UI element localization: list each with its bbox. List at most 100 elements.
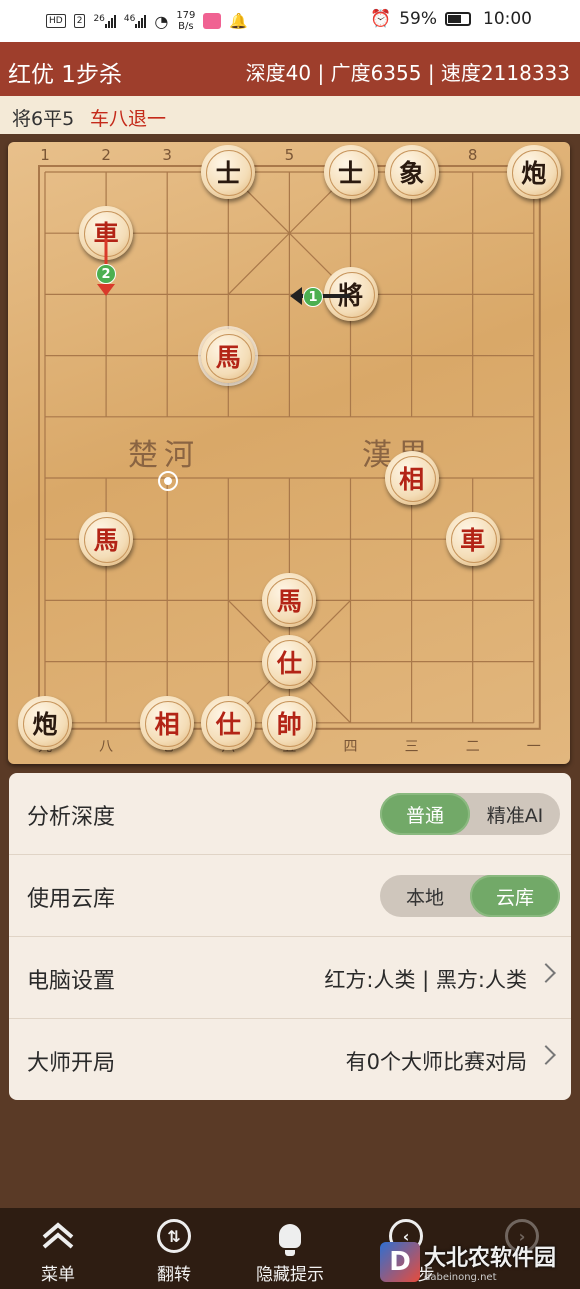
- piece-char: 馬: [93, 526, 119, 556]
- network-indicator-1: 26: [93, 14, 116, 28]
- status-right: ⏰ 59% 10:00: [370, 9, 532, 29]
- net-speed: 179 B/s: [176, 10, 195, 32]
- piece-red-king[interactable]: 帥: [262, 695, 317, 750]
- clock: 10:00: [483, 9, 532, 29]
- watermark-logo: D: [380, 1241, 420, 1282]
- piece-char: 仕: [276, 648, 302, 678]
- piece-char: 相: [154, 709, 180, 739]
- nav-hide-hint-label: 隐藏提示: [256, 1265, 324, 1285]
- signal-icon: [135, 14, 147, 28]
- river-left-label: 楚河: [128, 438, 200, 473]
- piece-red-advisor-center[interactable]: 仕: [262, 634, 317, 689]
- piece-red-advisor-bottom[interactable]: 仕: [201, 695, 256, 750]
- board-area: 123456789九八七六五四三二一 楚河 漢界 士士象炮車將馬相馬車馬仕炮相仕…: [0, 134, 580, 774]
- alarm-icon: ⏰: [370, 9, 392, 29]
- watermark-subtext: dabeinong.net: [424, 1272, 497, 1283]
- piece-red-elephant-river[interactable]: 相: [384, 451, 439, 505]
- piece-black-general[interactable]: 將: [323, 267, 378, 322]
- battery-percent: 59%: [399, 9, 437, 29]
- master-opening-row[interactable]: 大师开局 有0个大师比赛对局: [9, 1019, 571, 1100]
- title-bar: 红优 1步杀 深度40 | 广度6355 | 速度2118333: [0, 42, 580, 96]
- page-title: 红优 1步杀: [8, 62, 122, 88]
- network-indicator-2: 46: [124, 14, 147, 28]
- nav-flip[interactable]: ⇅ 翻转: [129, 1218, 219, 1285]
- chevron-right-icon: [536, 963, 556, 983]
- piece-char: 帥: [276, 709, 302, 739]
- board-top-label: 3: [162, 146, 172, 164]
- board-bottom-label: 三: [404, 739, 419, 755]
- cloud-row: 使用云库 本地 云库: [9, 855, 571, 937]
- piece-red-elephant-bottom[interactable]: 相: [140, 695, 195, 750]
- status-left: HD 2 26 46 ◔ 179 B/s 🔔: [46, 10, 248, 32]
- lightbulb-icon: [272, 1218, 308, 1256]
- depth-row: 分析深度 普通 精准AI: [9, 773, 571, 855]
- nav-menu[interactable]: 菜单: [13, 1218, 103, 1285]
- flip-icon: ⇅: [156, 1218, 192, 1254]
- watermark-text: 大北农软件园: [424, 1246, 557, 1271]
- move-badge-2: 2: [96, 264, 116, 284]
- app-notification-icon: [203, 13, 222, 29]
- wifi-icon: ◔: [154, 11, 169, 31]
- piece-char: 象: [399, 159, 425, 188]
- master-opening-label: 大师开局: [27, 1051, 116, 1076]
- chevron-right-icon: [536, 1045, 556, 1065]
- net-speed-value: 179: [176, 10, 196, 21]
- piece-red-horse-selected[interactable]: 馬: [201, 328, 256, 383]
- cloud-label: 使用云库: [27, 887, 116, 912]
- piece-black-cannon[interactable]: 炮: [506, 145, 561, 199]
- board-top-label: 8: [467, 146, 478, 164]
- move-badge-1: 1: [303, 287, 323, 307]
- piece-char: 士: [337, 159, 363, 188]
- piece-char: 車: [93, 220, 119, 250]
- piece-black-cannon-bottom[interactable]: 炮: [18, 695, 72, 750]
- piece-char: 炮: [521, 159, 547, 188]
- status-bar: HD 2 26 46 ◔ 179 B/s 🔔 ⏰ 59% 10:00: [0, 0, 580, 42]
- depth-option-normal[interactable]: 普通: [380, 793, 470, 835]
- depth-option-precise[interactable]: 精准AI: [470, 793, 560, 835]
- piece-char: 仕: [215, 709, 241, 739]
- menu-icon: [40, 1218, 76, 1254]
- move-notation-bar[interactable]: 将6平5 车八退一: [0, 96, 580, 134]
- nav-menu-label: 菜单: [41, 1265, 75, 1285]
- piece-black-advisor-2[interactable]: 士: [323, 145, 378, 199]
- piece-char: 馬: [215, 342, 241, 372]
- board-top-label: 5: [284, 146, 295, 164]
- engine-stats: 深度40 | 广度6355 | 速度2118333: [245, 61, 570, 85]
- net-speed-unit: B/s: [178, 21, 194, 32]
- black-move-notation: 将6平5: [12, 108, 75, 130]
- watermark: D 大北农软件园 dabeinong.net: [380, 1240, 556, 1283]
- piece-red-chariot-top[interactable]: 車: [79, 206, 134, 261]
- depth-toggle[interactable]: 普通 精准AI: [380, 793, 560, 835]
- qq-icon: 🔔: [229, 12, 249, 30]
- board-bottom-label: 一: [526, 739, 541, 755]
- computer-settings-label: 电脑设置: [27, 969, 116, 994]
- piece-black-advisor-1[interactable]: 士: [201, 145, 256, 199]
- computer-settings-value: 红方:人类 | 黑方:人类: [324, 968, 527, 992]
- board-bottom-label: 二: [465, 739, 480, 755]
- red-move-notation: 车八退一: [90, 108, 167, 130]
- piece-black-elephant[interactable]: 象: [384, 145, 439, 199]
- battery-icon: [445, 12, 471, 26]
- piece-char: 炮: [32, 709, 58, 739]
- piece-char: 相: [399, 465, 425, 494]
- board-top-label: 2: [101, 146, 111, 164]
- board-bottom-label: 四: [343, 739, 358, 755]
- depth-label: 分析深度: [27, 805, 116, 830]
- sim-icon: 2: [73, 14, 86, 28]
- master-opening-value: 有0个大师比赛对局: [345, 1050, 527, 1074]
- computer-settings-row[interactable]: 电脑设置 红方:人类 | 黑方:人类: [9, 937, 571, 1019]
- piece-char: 馬: [276, 587, 302, 617]
- piece-char: 士: [215, 159, 241, 188]
- signal-icon: [104, 14, 116, 28]
- piece-char: 車: [460, 526, 486, 556]
- piece-red-chariot-right[interactable]: 車: [445, 512, 500, 567]
- piece-red-horse-left[interactable]: 馬: [79, 512, 134, 567]
- cloud-toggle[interactable]: 本地 云库: [380, 875, 560, 917]
- hd-icon: HD: [46, 14, 66, 28]
- cloud-option-cloud[interactable]: 云库: [470, 875, 560, 917]
- board-bottom-label: 八: [99, 739, 114, 755]
- settings-panel: 分析深度 普通 精准AI 使用云库 本地 云库 电脑设置 红方:人类 | 黑方:…: [9, 773, 571, 1100]
- nav-flip-label: 翻转: [157, 1265, 191, 1285]
- cloud-option-local[interactable]: 本地: [380, 875, 470, 917]
- nav-hide-hint[interactable]: 隐藏提示: [245, 1218, 335, 1285]
